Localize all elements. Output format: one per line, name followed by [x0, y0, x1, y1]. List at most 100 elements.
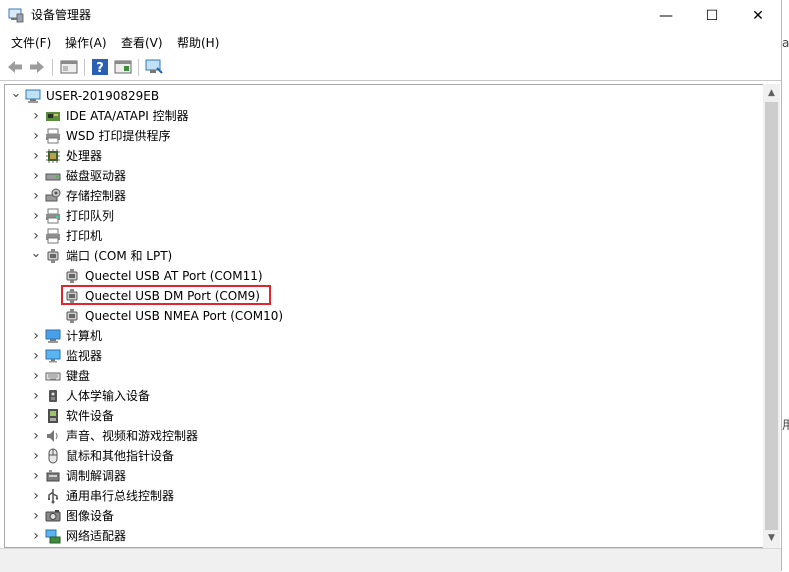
menu-file[interactable]: 文件(F) — [11, 35, 51, 51]
category-node[interactable]: › WSD 打印提供程序 — [5, 126, 760, 146]
category-node[interactable]: › IDE ATA/ATAPI 控制器 — [5, 106, 760, 126]
category-node[interactable]: › 磁盘驱动器 — [5, 166, 760, 186]
node-label: IDE ATA/ATAPI 控制器 — [66, 109, 189, 123]
expand-chevron-icon[interactable]: › — [30, 469, 42, 483]
expand-chevron-icon[interactable]: › — [30, 229, 42, 243]
menu-view[interactable]: 查看(V) — [121, 35, 163, 51]
expand-chevron-icon[interactable]: › — [30, 449, 42, 463]
node-label: 网络适配器 — [66, 529, 127, 543]
monitor-icon — [45, 349, 61, 363]
show-hide-console-tree-icon[interactable] — [114, 58, 132, 76]
print-queue-icon — [46, 208, 60, 224]
node-label: 打印队列 — [66, 209, 115, 223]
category-node[interactable]: › 处理器 — [5, 146, 760, 166]
category-node[interactable]: › 监视器 — [5, 346, 760, 366]
device-node[interactable]: Quectel USB NMEA Port (COM10) — [5, 306, 760, 326]
help-icon[interactable]: ? — [91, 58, 109, 76]
expand-chevron-icon[interactable]: › — [30, 389, 42, 403]
expand-chevron-icon[interactable]: › — [30, 509, 42, 523]
toolbar-separator — [138, 59, 139, 76]
status-bar — [0, 548, 781, 572]
menu-bar: 文件(F) 操作(A) 查看(V) 帮助(H) — [0, 32, 781, 54]
node-label: USER-20190829EB — [46, 89, 160, 103]
back-arrow-icon[interactable] — [6, 58, 24, 76]
expand-chevron-icon[interactable]: › — [30, 369, 42, 383]
scan-hardware-icon[interactable] — [145, 58, 163, 76]
category-node[interactable]: › 网络适配器 — [5, 526, 760, 546]
node-label: 键盘 — [66, 369, 91, 383]
software-device-icon — [48, 409, 58, 423]
forward-arrow-icon[interactable] — [28, 58, 46, 76]
port-icon — [47, 249, 59, 263]
collapse-chevron-icon[interactable]: ⌄ — [30, 247, 42, 263]
expand-chevron-icon[interactable]: › — [30, 489, 42, 503]
ide-controller-icon — [46, 112, 60, 121]
node-label: 端口 (COM 和 LPT) — [66, 249, 173, 263]
category-node[interactable]: › 键盘 — [5, 366, 760, 386]
node-label: 计算机 — [66, 329, 103, 343]
category-node[interactable]: › 通用串行总线控制器 — [5, 486, 760, 506]
sound-icon — [47, 430, 58, 442]
node-label: 磁盘驱动器 — [66, 169, 127, 183]
node-label: 打印机 — [66, 229, 103, 243]
scroll-up-icon[interactable]: ▲ — [763, 85, 780, 101]
expand-chevron-icon[interactable]: › — [30, 329, 42, 343]
expand-chevron-icon[interactable]: › — [30, 149, 42, 163]
tree-root-node[interactable]: ⌄ USER-20190829EB — [5, 86, 760, 106]
properties-console-icon[interactable] — [60, 58, 78, 76]
svg-text:?: ? — [96, 61, 104, 76]
expand-chevron-icon[interactable]: › — [30, 349, 42, 363]
close-button[interactable]: ✕ — [735, 0, 781, 31]
category-node[interactable]: › 存储控制器 — [5, 186, 760, 206]
background-window-fragment: ar — [782, 36, 789, 50]
network-adapter-icon — [45, 529, 61, 544]
node-label: 鼠标和其他指针设备 — [66, 449, 175, 463]
category-node[interactable]: › 打印队列 — [5, 206, 760, 226]
expand-chevron-icon[interactable]: › — [30, 209, 42, 223]
category-node[interactable]: › 人体学输入设备 — [5, 386, 760, 406]
category-node[interactable]: › 计算机 — [5, 326, 760, 346]
expand-chevron-icon[interactable]: › — [30, 189, 42, 203]
device-node[interactable]: Quectel USB AT Port (COM11) — [5, 266, 760, 286]
scrollbar-thumb[interactable] — [765, 102, 778, 530]
expand-chevron-icon[interactable]: › — [30, 129, 42, 143]
minimize-button[interactable]: — — [643, 0, 689, 31]
window-title: 设备管理器 — [31, 8, 92, 22]
category-node[interactable]: › 打印机 — [5, 226, 760, 246]
category-node[interactable]: ⌄ 端口 (COM 和 LPT) — [5, 246, 760, 266]
expand-chevron-icon[interactable]: › — [30, 169, 42, 183]
category-node[interactable]: › 声音、视频和游戏控制器 — [5, 426, 760, 446]
node-label: 声音、视频和游戏控制器 — [66, 429, 199, 443]
printer-icon — [46, 128, 60, 144]
minimize-icon: — — [659, 7, 673, 24]
node-label: Quectel USB NMEA Port (COM10) — [85, 309, 284, 323]
category-node[interactable]: › 软件设备 — [5, 406, 760, 426]
mouse-icon — [48, 448, 58, 464]
device-manager-window: 设备管理器 — ☐ ✕ 文件(F) 操作(A) 查看(V) 帮助(H) ? ⌄ … — [0, 0, 782, 572]
node-label: 监视器 — [66, 349, 103, 363]
vertical-scrollbar[interactable]: ▲ ▼ — [763, 84, 780, 548]
node-label: WSD 打印提供程序 — [66, 129, 171, 143]
menu-help[interactable]: 帮助(H) — [177, 35, 219, 51]
expand-chevron-icon[interactable]: › — [30, 109, 42, 123]
toolbar-separator — [84, 59, 85, 76]
imaging-icon — [45, 510, 61, 522]
highlight-box — [61, 285, 271, 305]
scroll-down-icon[interactable]: ▼ — [763, 530, 780, 546]
node-label: 存储控制器 — [66, 189, 127, 203]
printer-icon — [46, 228, 60, 244]
menu-action[interactable]: 操作(A) — [65, 35, 107, 51]
collapse-chevron-icon[interactable]: ⌄ — [10, 87, 22, 103]
device-tree[interactable]: ⌄ USER-20190829EB › IDE ATA/ATAPI 控制器 › WSD 打… — [4, 84, 765, 548]
node-label: 人体学输入设备 — [66, 389, 151, 403]
expand-chevron-icon[interactable]: › — [30, 409, 42, 423]
computer-icon — [45, 329, 61, 343]
category-node[interactable]: › 调制解调器 — [5, 466, 760, 486]
category-node[interactable]: › 图像设备 — [5, 506, 760, 526]
title-bar[interactable]: 设备管理器 — ☐ ✕ — [0, 0, 781, 31]
maximize-button[interactable]: ☐ — [689, 0, 735, 31]
expand-chevron-icon[interactable]: › — [30, 529, 42, 543]
node-label: 调制解调器 — [66, 469, 127, 483]
category-node[interactable]: › 鼠标和其他指针设备 — [5, 446, 760, 466]
expand-chevron-icon[interactable]: › — [30, 429, 42, 443]
